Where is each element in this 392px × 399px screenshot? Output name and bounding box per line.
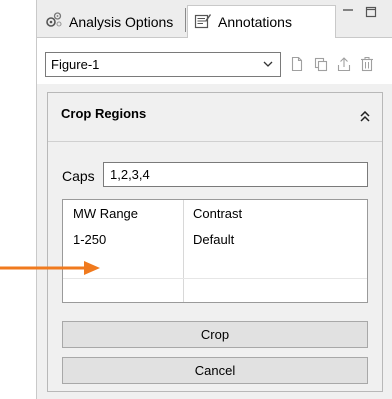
row-divider <box>63 278 367 279</box>
gear-cluster-icon <box>45 11 63 32</box>
caps-input[interactable] <box>103 162 368 187</box>
crop-button[interactable]: Crop <box>62 321 368 348</box>
table-cell-contrast[interactable]: Default <box>183 226 367 252</box>
table-cell-mw-range[interactable] <box>63 278 183 302</box>
cancel-button[interactable]: Cancel <box>62 357 368 384</box>
annotations-panel: Analysis Options Annotations Figure-1 Cr… <box>36 0 392 399</box>
column-header-contrast[interactable]: Contrast <box>183 200 367 226</box>
tab-analysis-options[interactable]: Analysis Options <box>39 6 186 37</box>
annotation-arrow-icon <box>0 261 100 275</box>
figure-dropdown-value: Figure-1 <box>51 57 100 72</box>
figure-toolbar: Figure-1 <box>37 38 392 84</box>
left-background <box>0 0 36 399</box>
maximize-icon[interactable] <box>362 2 380 22</box>
export-upload-icon[interactable] <box>336 56 352 72</box>
chevron-down-icon <box>262 58 274 73</box>
new-document-icon[interactable] <box>289 56 305 72</box>
caps-label: Caps <box>62 168 95 184</box>
table-cell-contrast[interactable] <box>183 252 367 278</box>
figure-dropdown[interactable]: Figure-1 <box>45 52 281 77</box>
regions-table[interactable]: MW Range Contrast 1-250 Default <box>62 199 368 303</box>
duplicate-icon[interactable] <box>313 56 329 72</box>
crop-regions-header[interactable]: Crop Regions <box>48 93 382 142</box>
table-cell-mw-range[interactable]: 1-250 <box>63 226 183 252</box>
delete-trash-icon[interactable] <box>359 56 375 72</box>
crop-regions-title: Crop Regions <box>61 106 147 121</box>
table-cell-contrast[interactable] <box>183 278 367 302</box>
tab-separator <box>185 8 186 32</box>
column-divider <box>183 200 184 302</box>
tab-annotations[interactable]: Annotations <box>187 5 336 38</box>
collapse-chevrons-icon[interactable] <box>360 110 370 123</box>
tab-label: Annotations <box>218 14 292 30</box>
annotation-editor-icon <box>194 12 212 33</box>
tab-label: Analysis Options <box>69 13 174 30</box>
crop-regions-group: Crop Regions Caps MW Range Contrast 1-25… <box>47 92 383 392</box>
minimize-icon[interactable] <box>340 2 356 22</box>
tab-bar: Analysis Options Annotations <box>37 0 392 38</box>
column-header-mw-range[interactable]: MW Range <box>63 200 183 226</box>
